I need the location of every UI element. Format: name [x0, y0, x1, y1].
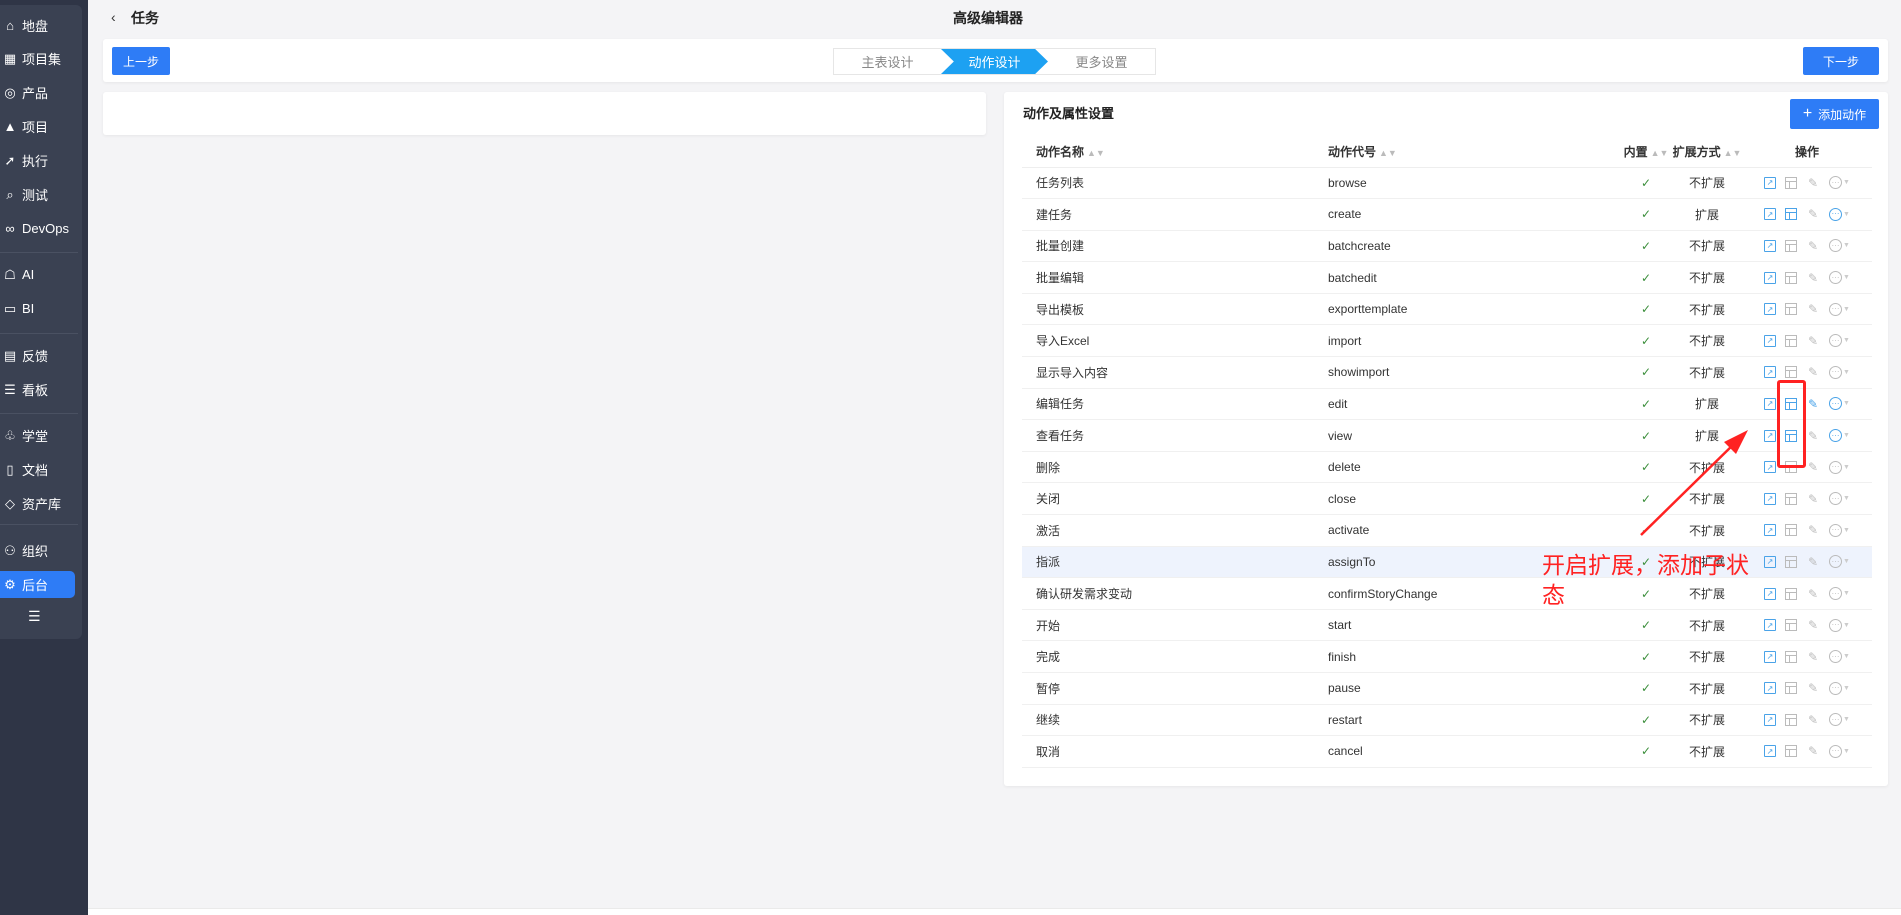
annotation-arrow [1640, 430, 1748, 536]
bottom-bar [88, 908, 1901, 915]
annotation-text: 开启扩展，添加子状态 [1542, 552, 1749, 608]
